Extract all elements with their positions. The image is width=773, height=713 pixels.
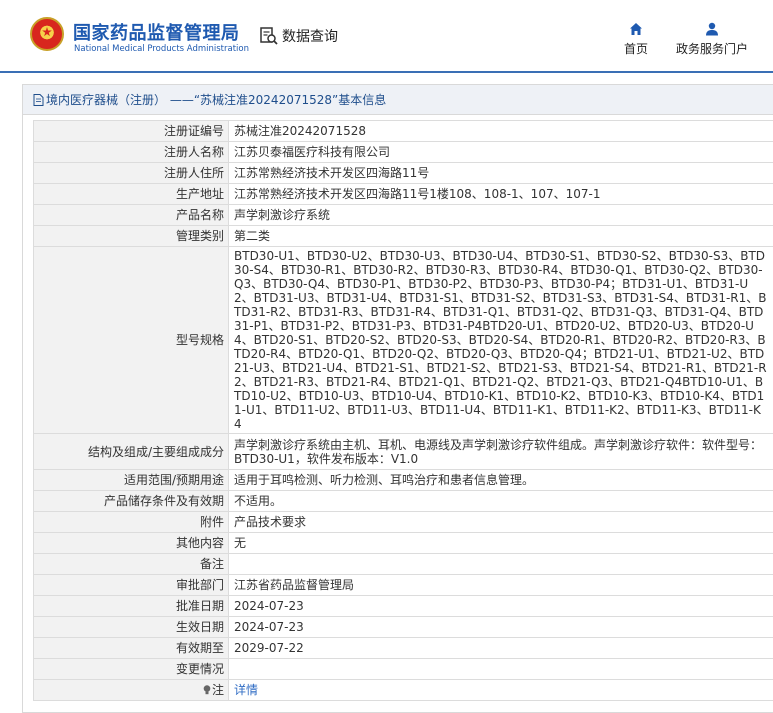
row-key: 审批部门 — [33, 574, 229, 596]
document-search-icon — [260, 27, 278, 45]
user-icon — [706, 22, 718, 36]
row-key: 批准日期 — [33, 595, 229, 617]
row-key: 型号规格 — [33, 246, 229, 434]
note-row: 注 详情 — [33, 679, 773, 701]
row-value: 产品技术要求 — [228, 511, 773, 533]
row-key: 附件 — [33, 511, 229, 533]
row-key: 其他内容 — [33, 532, 229, 554]
nav-portal-label: 政务服务门户 — [675, 42, 748, 56]
detail-link[interactable]: 详情 — [234, 683, 258, 697]
row-key: 备注 — [33, 553, 229, 575]
row-value: 苏械注准20242071528 — [228, 120, 773, 142]
table-row: 生产地址 江苏常熟经济技术开发区四海路11号1楼108、108-1、107、107… — [33, 183, 773, 205]
table-row: 注册人住所 江苏常熟经济技术开发区四海路11号 — [33, 162, 773, 184]
table-row: 结构及组成/主要组成成分 声学刺激诊疗系统由主机、耳机、电源线及声学刺激诊疗软件组… — [33, 433, 773, 470]
row-value: 江苏常熟经济技术开发区四海路11号1楼108、108-1、107、107-1 — [228, 183, 773, 205]
row-value — [228, 553, 773, 575]
note-key: 注 — [33, 679, 229, 701]
row-value: 江苏省药品监督管理局 — [228, 574, 773, 596]
table-row: 适用范围/预期用途 适用于耳鸣检测、听力检测、耳鸣治疗和患者信息管理。 — [33, 469, 773, 491]
info-table: 注册证编号 苏械注准20242071528 注册人名称 江苏贝泰福医疗科技有限公司 … — [33, 120, 773, 701]
row-key: 生效日期 — [33, 616, 229, 638]
table-row: 审批部门 江苏省药品监督管理局 — [33, 574, 773, 596]
panel-title: 境内医疗器械（注册） ——“苏械注准20242071528”基本信息 — [23, 85, 773, 115]
row-key: 注册人住所 — [33, 162, 229, 184]
nav-portal[interactable]: 政务服务门户 — [674, 22, 750, 57]
table-row: 型号规格 BTD30-U1、BTD30-U2、BTD30-U3、BTD30-U4、… — [33, 246, 773, 434]
lightbulb-icon — [203, 685, 211, 695]
nav-home[interactable]: 首页 — [622, 22, 650, 57]
table-row: 注册证编号 苏械注准20242071528 — [33, 120, 773, 142]
row-value — [228, 658, 773, 680]
row-value: 江苏常熟经济技术开发区四海路11号 — [228, 162, 773, 184]
row-value: 江苏贝泰福医疗科技有限公司 — [228, 141, 773, 163]
row-key: 产品储存条件及有效期 — [33, 490, 229, 512]
table-row: 有效期至 2029-07-22 — [33, 637, 773, 659]
table-row: 附件 产品技术要求 — [33, 511, 773, 533]
note-key-label: 注 — [211, 683, 224, 697]
row-key: 注册证编号 — [33, 120, 229, 142]
row-value: 不适用。 — [228, 490, 773, 512]
table-row: 注册人名称 江苏贝泰福医疗科技有限公司 — [33, 141, 773, 163]
row-key: 结构及组成/主要组成成分 — [33, 433, 229, 470]
row-key: 适用范围/预期用途 — [33, 469, 229, 491]
national-emblem-icon[interactable] — [30, 17, 64, 51]
site-header: 国家药品监督管理局 National Medical Products Admi… — [0, 0, 773, 73]
row-value: BTD30-U1、BTD30-U2、BTD30-U3、BTD30-U4、BTD3… — [228, 246, 773, 434]
home-icon — [630, 23, 642, 35]
row-value: 声学刺激诊疗系统 — [228, 204, 773, 226]
table-row: 批准日期 2024-07-23 — [33, 595, 773, 617]
row-value: 适用于耳鸣检测、听力检测、耳鸣治疗和患者信息管理。 — [228, 469, 773, 491]
row-value: 声学刺激诊疗系统由主机、耳机、电源线及声学刺激诊疗软件组成。声学刺激诊疗软件：软… — [228, 433, 773, 470]
row-value: 第二类 — [228, 225, 773, 247]
row-value: 2029-07-22 — [228, 637, 773, 659]
row-key: 生产地址 — [33, 183, 229, 205]
data-query-label: 数据查询 — [282, 29, 338, 45]
table-row: 备注 — [33, 553, 773, 575]
table-row: 产品储存条件及有效期 不适用。 — [33, 490, 773, 512]
table-row: 其他内容无 — [33, 532, 773, 554]
panel-title-text: 境内医疗器械（注册） ——“苏械注准20242071528”基本信息 — [46, 93, 387, 107]
table-row: 生效日期 2024-07-23 — [33, 616, 773, 638]
row-key: 产品名称 — [33, 204, 229, 226]
document-icon — [33, 93, 44, 106]
table-row: 产品名称 声学刺激诊疗系统 — [33, 204, 773, 226]
note-value: 详情 — [228, 679, 773, 701]
row-key: 注册人名称 — [33, 141, 229, 163]
nav-home-label: 首页 — [623, 42, 648, 56]
row-value: 无 — [228, 532, 773, 554]
detail-panel: 境内医疗器械（注册） ——“苏械注准20242071528”基本信息 注册证编号… — [22, 84, 773, 713]
logo-title-cn[interactable]: 国家药品监督管理局 — [73, 19, 240, 45]
row-value: 2024-07-23 — [228, 595, 773, 617]
data-query-link[interactable]: 数据查询 — [259, 26, 338, 46]
row-value: 2024-07-23 — [228, 616, 773, 638]
table-row: 变更情况 — [33, 658, 773, 680]
row-key: 管理类别 — [33, 225, 229, 247]
logo-title-en[interactable]: National Medical Products Administration — [74, 44, 249, 54]
row-key: 有效期至 — [33, 637, 229, 659]
row-key: 变更情况 — [33, 658, 229, 680]
table-row: 管理类别 第二类 — [33, 225, 773, 247]
